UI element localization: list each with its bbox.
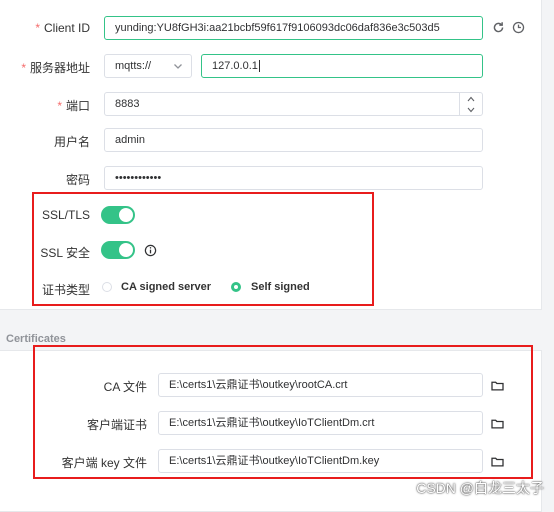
decrement-icon[interactable]: [460, 104, 482, 115]
client-id-input[interactable]: yunding:YU8fGH3i:aa21bcbf59f617f9106093d…: [104, 16, 483, 40]
clock-icon[interactable]: [510, 19, 526, 35]
host-value: 127.0.0.1: [212, 60, 258, 72]
username-input[interactable]: admin: [104, 128, 483, 152]
port-value: 8883: [115, 98, 140, 110]
password-label: 密码: [65, 173, 90, 187]
refresh-icon[interactable]: [490, 19, 506, 35]
password-input[interactable]: ••••••••••••: [104, 166, 483, 190]
client-id-label: * Client ID: [35, 21, 90, 35]
username-label: 用户名: [53, 135, 90, 149]
port-label: * 端口: [57, 99, 90, 113]
protocol-value: mqtts://: [115, 60, 152, 72]
chevron-down-icon: [173, 55, 183, 77]
highlight-box-certificates: [33, 345, 533, 479]
port-stepper[interactable]: [459, 93, 482, 115]
text-caret: [258, 60, 260, 73]
port-input[interactable]: 8883: [104, 92, 483, 116]
certificates-section-title: Certificates: [6, 333, 66, 345]
protocol-select[interactable]: mqtts://: [104, 54, 192, 78]
server-label: * 服务器地址: [21, 61, 90, 75]
host-input[interactable]: 127.0.0.1: [201, 54, 483, 78]
highlight-box-ssl: [32, 192, 374, 306]
watermark: CSDN @白龙三太子: [416, 480, 544, 496]
increment-icon[interactable]: [460, 93, 482, 104]
